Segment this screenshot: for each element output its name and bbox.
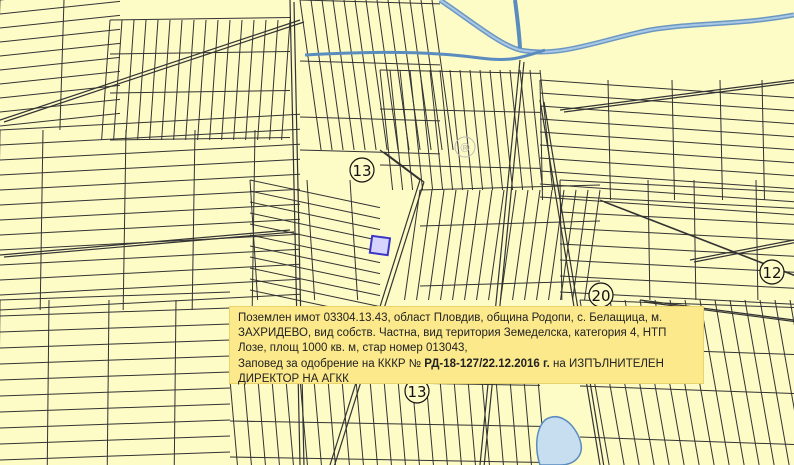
selected-parcel[interactable]	[368, 234, 392, 257]
info-line-4: Заповед за одобрение на КККР № РД-18-127…	[238, 357, 664, 370]
svg-text:12: 12	[762, 264, 781, 282]
info-line-1: Поземлен имот 03304.13.43, област Пловди…	[238, 312, 663, 324]
order-number: РД-18-127/22.12.2016 г.	[424, 357, 550, 370]
marker-20: 20	[588, 282, 614, 308]
info-line-3: Лозе, площ 1000 кв. м, стар номер 013043…	[238, 342, 468, 355]
marker-12: 12	[759, 259, 785, 285]
cadastral-map[interactable]: ® 13 20 12 13 Поземлен имот 03304.13.43,…	[0, 0, 794, 465]
marker-13-top: 13	[349, 157, 375, 183]
info-line-2: ЗАХРИДЕВО, вид собств. Частна, вид терит…	[238, 327, 667, 340]
parcel-lines: ® 13 20 12 13	[0, 0, 794, 465]
svg-text:13: 13	[352, 162, 371, 180]
svg-text:®: ®	[459, 141, 471, 155]
info-line-5: ДИРЕКТОР НА АГКК	[238, 372, 349, 385]
svg-text:20: 20	[591, 287, 610, 305]
parcel-info-tooltip: Поземлен имот 03304.13.43, област Пловди…	[229, 306, 704, 385]
